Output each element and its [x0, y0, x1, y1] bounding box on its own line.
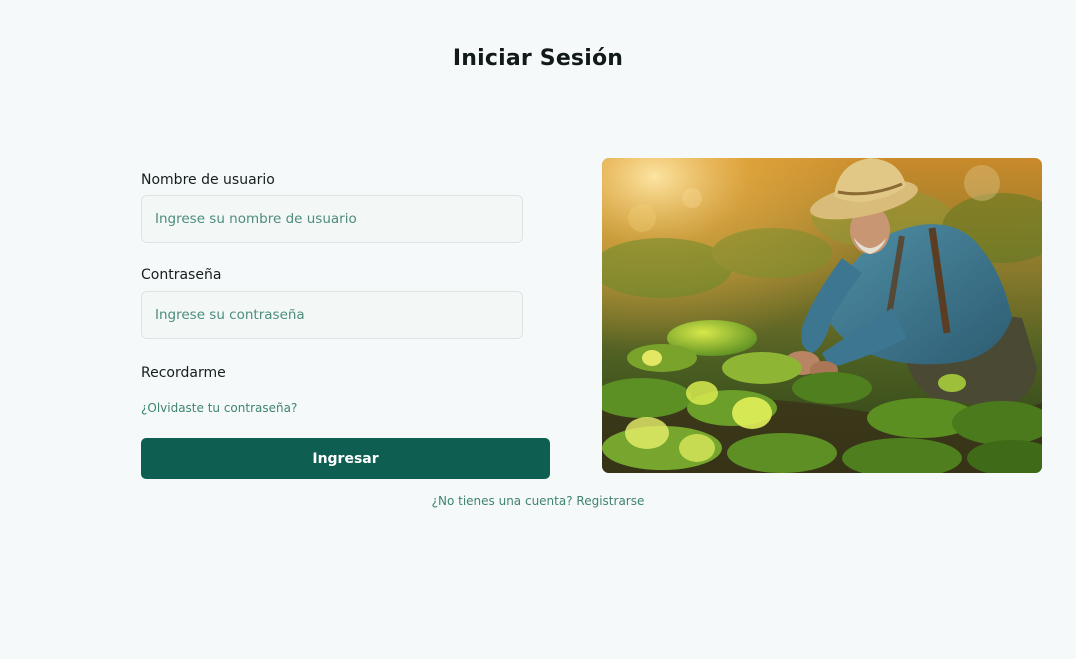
page-title: Iniciar Sesión: [452, 46, 624, 71]
login-button[interactable]: Ingresar: [141, 438, 550, 479]
signup-prompt-text: ¿No tienes una cuenta?: [431, 494, 573, 508]
login-page: Iniciar Sesión Nombre de usuario Contras…: [0, 0, 1076, 659]
farmer-photo: [602, 158, 1042, 473]
signup-link[interactable]: Registrarse: [576, 494, 644, 508]
forgot-password-link[interactable]: ¿Olvidaste tu contraseña?: [141, 401, 297, 415]
remember-me-label: Recordarme: [141, 365, 226, 381]
password-label: Contraseña: [141, 267, 222, 283]
username-label: Nombre de usuario: [141, 172, 275, 188]
username-input[interactable]: [141, 195, 523, 243]
signup-prompt: ¿No tienes una cuenta? Registrarse: [0, 494, 1076, 508]
password-input[interactable]: [141, 291, 523, 339]
remember-me-checkbox[interactable]: Recordarme: [141, 365, 226, 381]
